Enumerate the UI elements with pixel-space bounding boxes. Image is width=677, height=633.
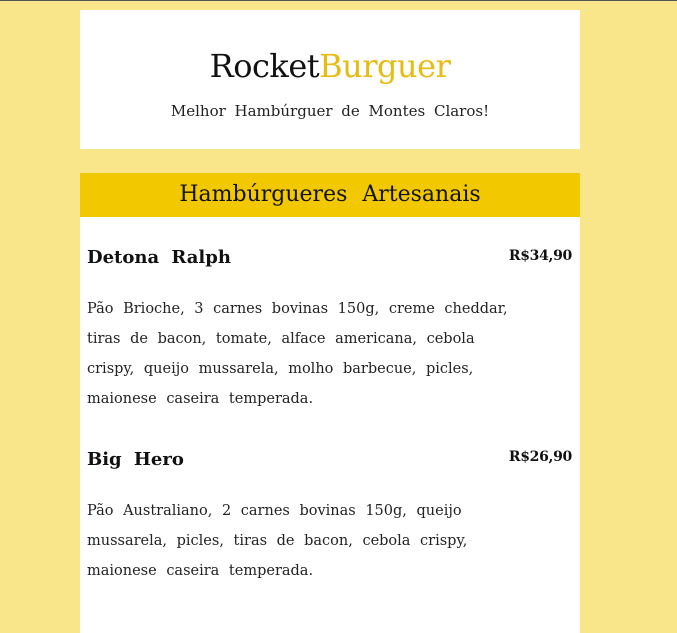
item-price: R$34,90 (508, 248, 572, 264)
menu-item[interactable]: Big Hero R$26,90 Pão Australiano, 2 carn… (80, 414, 580, 586)
item-name: Detona Ralph (87, 247, 231, 268)
menu-section: Hambúrgueres Artesanais Detona Ralph R$3… (80, 173, 580, 633)
item-description: Pão Australiano, 2 carnes bovinas 150g, … (87, 503, 468, 579)
page-container: RocketBurguer Melhor Hambúrguer de Monte… (80, 10, 580, 633)
item-price: R$26,90 (508, 449, 572, 465)
site-header: RocketBurguer Melhor Hambúrguer de Monte… (80, 10, 580, 149)
brand-name-part1: Rocket (209, 47, 320, 85)
section-title: Hambúrgueres Artesanais (80, 173, 580, 217)
brand-name-part2: Burguer (319, 47, 451, 85)
tagline: Melhor Hambúrguer de Montes Claros! (170, 102, 490, 120)
brand-logo[interactable]: RocketBurguer (80, 46, 580, 86)
menu-item[interactable]: Detona Ralph R$34,90 Pão Brioche, 3 carn… (80, 217, 580, 414)
item-description: Pão Brioche, 3 carnes bovinas 150g, crem… (87, 301, 508, 407)
item-name: Big Hero (87, 449, 184, 470)
